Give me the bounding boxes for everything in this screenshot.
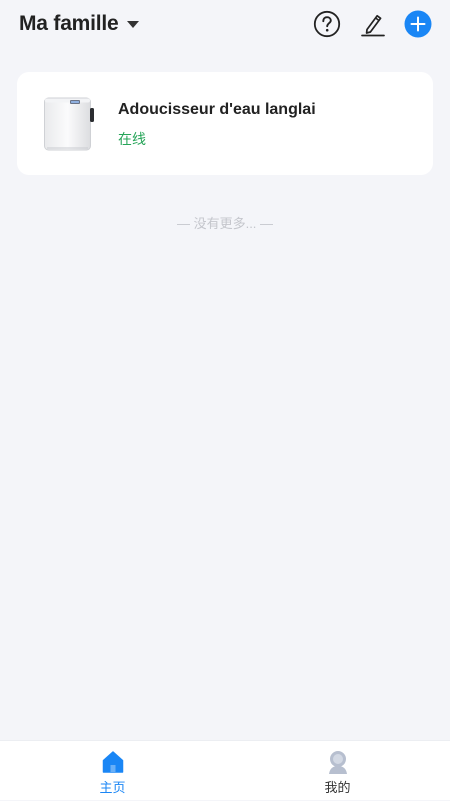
device-name: Adoucisseur d'eau langlai (118, 101, 316, 118)
top-bar: Ma famille (0, 0, 450, 50)
tab-home-label: 主页 (99, 780, 126, 795)
list-end-text: — 没有更多... — (176, 216, 274, 231)
bottom-tab-bar: 主页 我的 (0, 740, 450, 800)
edit-icon[interactable] (359, 10, 387, 38)
tab-home[interactable]: 主页 (0, 741, 225, 801)
home-title: Ma famille (19, 12, 119, 35)
home-selector[interactable]: Ma famille (19, 12, 139, 36)
add-icon[interactable] (404, 10, 432, 38)
tab-mine-label: 我的 (324, 780, 351, 795)
chevron-down-icon (126, 20, 139, 28)
home-icon (102, 751, 123, 773)
profile-icon (328, 751, 347, 774)
help-icon[interactable] (313, 10, 341, 38)
device-status: 在线 (118, 131, 146, 147)
device-card[interactable]: Adoucisseur d'eau langlai 在线 (17, 72, 433, 175)
tab-mine[interactable]: 我的 (225, 741, 450, 801)
water-softener-image (43, 96, 95, 152)
